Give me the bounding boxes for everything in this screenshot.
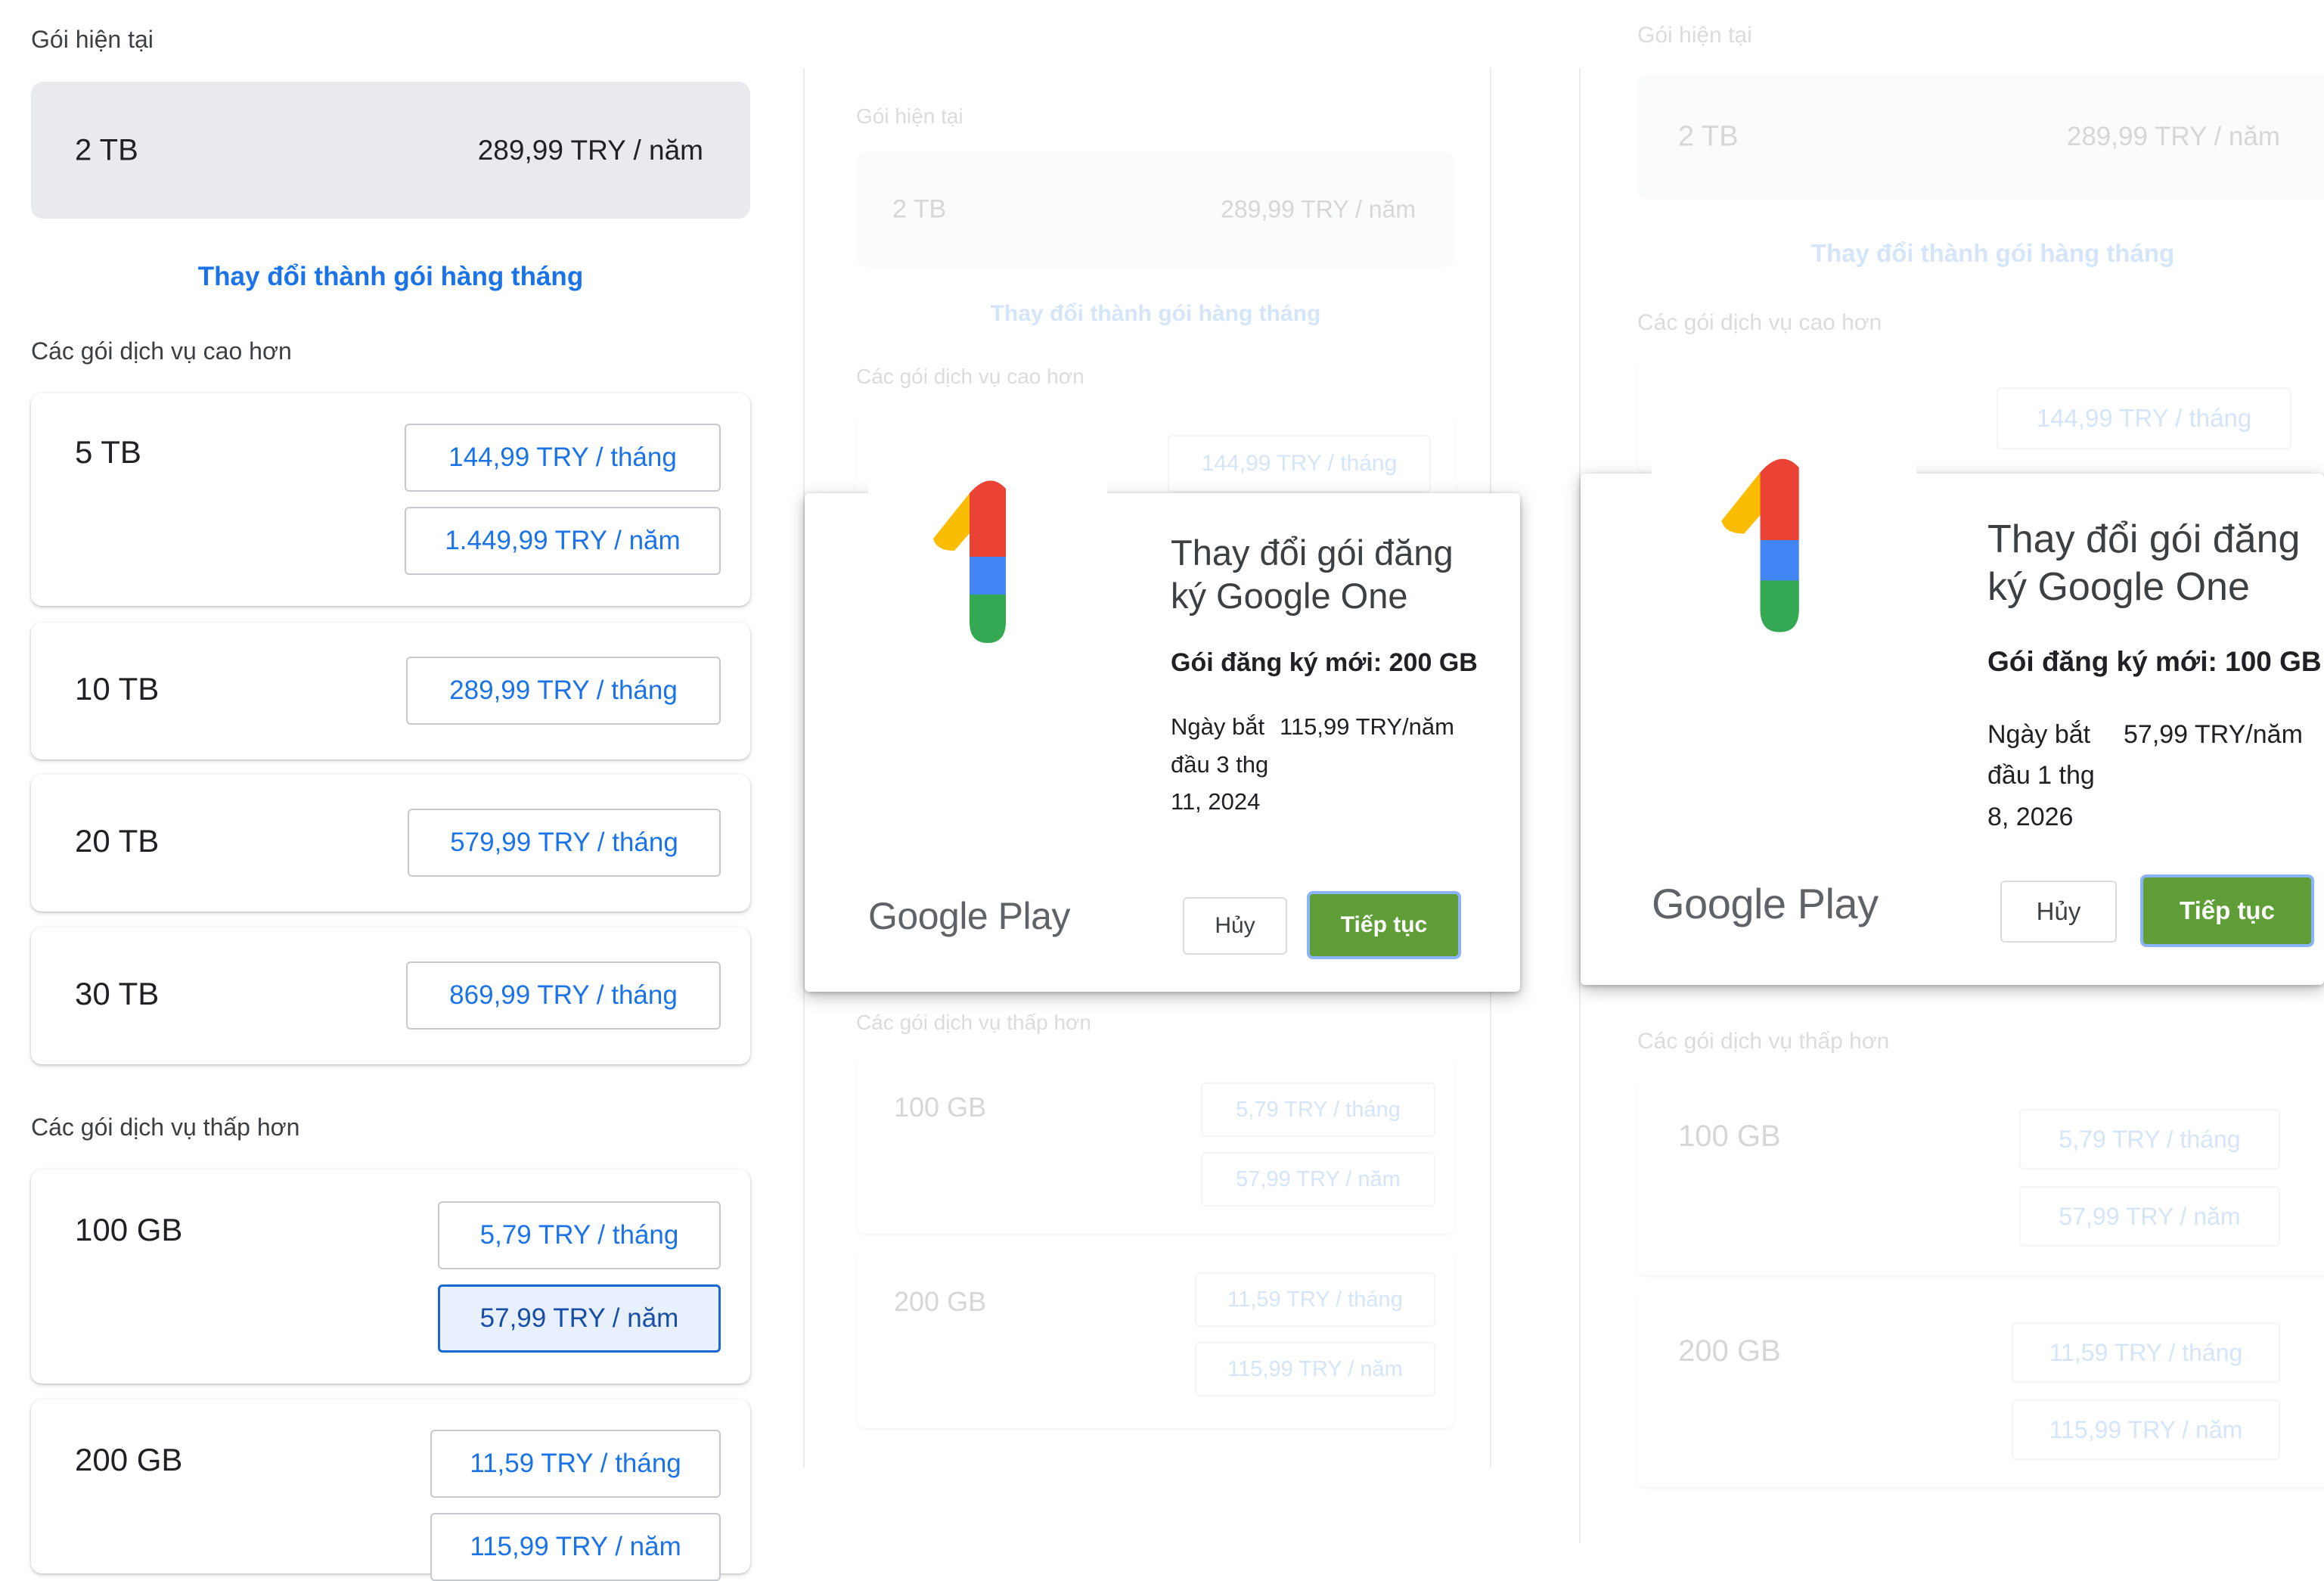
current-plan-box: 2 TB 289,99 TRY / năm [1637,74,2324,200]
yearly-button: 57,99 TRY / năm [1201,1152,1435,1207]
current-plan-box: 2 TB 289,99 TRY / năm [856,151,1455,268]
current-plan-size: 2 TB [1678,120,1739,153]
plan-200gb-yearly-button[interactable]: 115,99 TRY / năm [430,1513,721,1581]
current-plan-box: 2 TB 289,99 TRY / năm [31,82,750,219]
google-play-logo: Google Play [868,895,1070,937]
current-plan-price: 289,99 TRY / năm [2066,122,2280,151]
plan-100gb-yearly-button[interactable]: 57,99 TRY / năm [438,1284,721,1353]
dialog-new-plan: Gói đăng ký mới: 200 GB [1171,648,1478,677]
plan-5tb-yearly-button[interactable]: 1.449,99 TRY / năm [405,507,721,575]
monthly-button: 144,99 TRY / tháng [1997,387,2291,449]
dialog-price: 57,99 TRY/năm [2124,720,2303,749]
dialog-start-date: Ngày bắt đầu 1 thg 8, 2026 [1987,720,2095,831]
plan-card-100gb: 100 GB 5,79 TRY / tháng 57,99 TRY / năm [31,1169,750,1384]
plan-card-200gb: 200 GB 11,59 TRY / tháng 115,99 TRY / nă… [856,1250,1455,1428]
google-one-logo-icon [933,480,1006,643]
change-to-monthly-link: Thay đổi thành gói hàng tháng [1810,239,2175,267]
plan-card-200gb: 200 GB 11,59 TRY / tháng 115,99 TRY / nă… [31,1399,750,1581]
yearly-button: 115,99 TRY / năm [2012,1399,2280,1460]
plan-200gb-monthly-button[interactable]: 11,59 TRY / tháng [430,1430,721,1498]
lower-plans-label: Các gói dịch vụ thấp hơn [856,1011,1091,1034]
plan-20tb-monthly-button[interactable]: 579,99 TRY / tháng [408,809,721,877]
monthly-button: 11,59 TRY / tháng [1195,1272,1435,1327]
google-play-logo: Google Play [1652,880,1879,927]
plan-size: 30 TB [75,976,160,1011]
lower-plans-label: Các gói dịch vụ thấp hơn [1637,1029,1890,1054]
current-plan-label: Gói hiện tại [1637,23,1752,48]
current-plan-price: 289,99 TRY / năm [1221,195,1416,223]
plan-size: 100 GB [1678,1120,1781,1153]
plan-size: 200 GB [1678,1334,1781,1368]
current-plan-size: 2 TB [892,194,947,224]
plan-size: 5 TB [75,434,141,470]
plan-card-5tb: 5 TB 144,99 TRY / tháng 1.449,99 TRY / n… [31,393,750,606]
cancel-button[interactable]: Hủy [1183,897,1287,955]
monthly-button: 144,99 TRY / tháng [1168,435,1431,492]
monthly-button: 5,79 TRY / tháng [2019,1109,2280,1169]
dialog-price: 115,99 TRY/năm [1280,713,1454,740]
plan-size: 200 GB [894,1286,987,1317]
plan-size: 20 TB [75,823,160,859]
plan-size: 100 GB [75,1212,183,1247]
higher-plans-label: Các gói dịch vụ cao hơn [1637,310,1882,335]
google-one-logo-icon [1721,458,1799,632]
monthly-button: 5,79 TRY / tháng [1201,1082,1435,1137]
plan-size: 100 GB [894,1092,987,1123]
plan-size: 200 GB [75,1442,183,1477]
plan-card-20tb: 20 TB 579,99 TRY / tháng [31,775,750,912]
current-plan-price: 289,99 TRY / năm [477,134,703,166]
plan-size: 10 TB [75,671,160,707]
dialog-title: Thay đổi gói đăng ký Google One [1171,533,1454,617]
dialog-new-plan: Gói đăng ký mới: 100 GB [1987,646,2322,677]
plan-100gb-monthly-button[interactable]: 5,79 TRY / tháng [438,1201,721,1269]
plan-card-100gb: 100 GB 5,79 TRY / tháng 57,99 TRY / năm [856,1055,1455,1234]
plan-card-200gb: 200 GB 11,59 TRY / tháng 115,99 TRY / nă… [1637,1292,2324,1487]
current-plan-size: 2 TB [75,133,138,166]
current-plan-label: Gói hiện tại [856,104,963,128]
higher-plans-label: Các gói dịch vụ cao hơn [856,365,1084,388]
yearly-button: 115,99 TRY / năm [1195,1342,1435,1396]
continue-button[interactable]: Tiếp tục [2140,874,2314,947]
plan-card-100gb: 100 GB 5,79 TRY / tháng 57,99 TRY / năm [1637,1080,2324,1275]
change-plan-dialog-200gb: Thay đổi gói đăng ký Google One Gói đăng… [805,471,1520,992]
current-plan-label: Gói hiện tại [31,26,154,53]
yearly-button: 57,99 TRY / năm [2019,1186,2280,1247]
higher-plans-label: Các gói dịch vụ cao hơn [31,337,292,365]
monthly-button: 11,59 TRY / tháng [2012,1322,2280,1383]
dialog-title: Thay đổi gói đăng ký Google One [1987,517,2301,610]
lower-plans-label: Các gói dịch vụ thấp hơn [31,1114,300,1141]
plan-card-30tb: 30 TB 869,99 TRY / tháng [31,927,750,1064]
change-plan-dialog-100gb: Thay đổi gói đăng ký Google One Gói đăng… [1581,446,2324,985]
plan-card-10tb: 10 TB 289,99 TRY / tháng [31,623,750,759]
change-to-monthly-link: Thay đổi thành gói hàng tháng [990,301,1321,326]
continue-button[interactable]: Tiếp tục [1307,891,1461,959]
plan-30tb-monthly-button[interactable]: 869,99 TRY / tháng [406,961,721,1030]
dialog-start-date: Ngày bắt đầu 3 thg 11, 2024 [1171,713,1269,815]
plan-5tb-monthly-button[interactable]: 144,99 TRY / tháng [405,424,721,492]
plan-10tb-monthly-button[interactable]: 289,99 TRY / tháng [406,657,721,725]
change-to-monthly-link[interactable]: Thay đổi thành gói hàng tháng [31,262,750,292]
cancel-button[interactable]: Hủy [2000,881,2117,943]
